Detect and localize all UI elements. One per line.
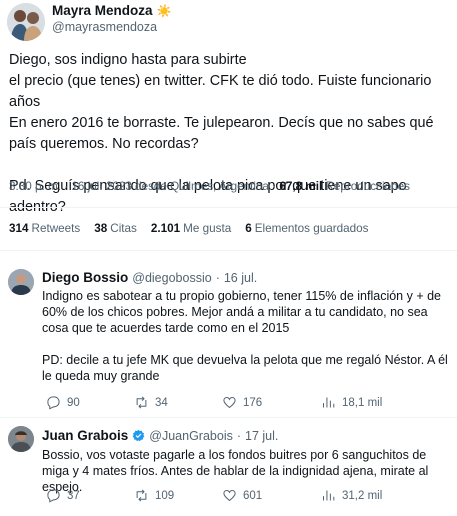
reply-header: Juan Grabois @JuanGrabois · 17 jul. [42,428,278,443]
like-button[interactable]: 176 [222,395,262,410]
divider [0,250,457,251]
like-button[interactable]: 601 [222,488,262,503]
reply-author-handle[interactable]: @diegobossio [132,271,211,285]
reply-date[interactable]: 17 jul. [245,429,278,443]
reply-avatar[interactable] [8,426,34,452]
header-separator: · [215,271,220,285]
views-count: 67,8 mil [279,180,323,193]
heart-icon [223,396,236,409]
views-icon [323,490,335,501]
verified-badge-icon [132,429,145,442]
stat-bookmarks[interactable]: 6 Elementos guardados [245,222,368,235]
views-button[interactable]: 31,2 mil [321,488,382,503]
stat-quotes[interactable]: 38 Citas [94,222,137,235]
reply-button[interactable]: 90 [46,395,80,410]
author-handle[interactable]: @mayrasmendoza [52,20,171,34]
reply-actions: 37 109 601 31,2 mil [46,488,426,504]
retweet-button[interactable]: 34 [134,395,168,410]
author-header: Mayra Mendoza ☀️ @mayrasmendoza [52,3,171,34]
tweet-time[interactable]: 3:30 p. m. [9,180,61,193]
reply-button[interactable]: 37 [46,488,80,503]
views-label: Reproducciones [325,180,410,193]
reply-avatar[interactable] [8,269,34,295]
reply-header: Diego Bossio @diegobossio · 16 jul. [42,270,257,285]
retweet-icon [136,396,147,409]
reply-author-handle[interactable]: @JuanGrabois [149,429,233,443]
stat-retweets[interactable]: 314 Retweets [9,222,80,235]
reply-author-name[interactable]: Diego Bossio [42,270,128,285]
retweet-icon [136,489,147,502]
author-avatar[interactable] [7,3,45,41]
meta-separator: · [272,180,277,193]
heart-icon [223,489,236,502]
reply-author-name[interactable]: Juan Grabois [42,428,128,443]
reply-actions: 90 34 176 18,1 mil [46,395,426,411]
sun-emoji-icon: ☀️ [156,3,172,18]
divider [0,417,457,418]
retweet-button[interactable]: 109 [134,488,174,503]
tweet-stats: 314 Retweets 38 Citas 2.101 Me gusta 6 Eleme… [9,222,368,235]
meta-separator: · [64,180,69,193]
stat-likes[interactable]: 2.101 Me gusta [151,222,231,235]
views-button[interactable]: 18,1 mil [321,395,382,410]
tweet-date[interactable]: 16 jul. 2023 [71,180,131,193]
divider [0,207,457,208]
reply-text: Indigno es sabotear a tu propio gobierno… [42,289,448,383]
reply-icon [47,489,60,503]
views-icon [323,397,335,408]
tweet-location: desde Quilmes, Argentina [135,180,269,193]
reply-date[interactable]: 16 jul. [224,271,257,285]
tweet-meta: 3:30 p. m. · 16 jul. 2023 desde Quilmes,… [9,180,410,193]
header-separator: · [236,429,242,443]
author-name[interactable]: Mayra Mendoza [52,3,153,18]
reply-icon [47,396,60,410]
